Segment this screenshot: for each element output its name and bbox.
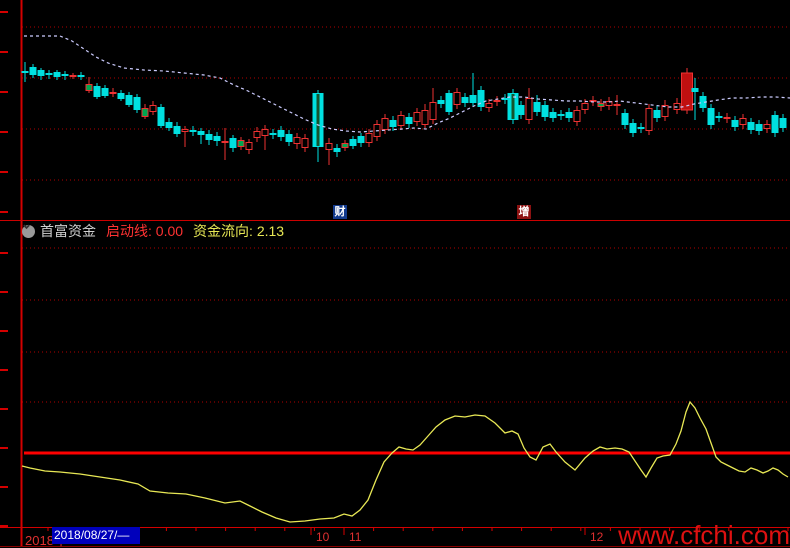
month-label: 12 (590, 530, 604, 544)
month-label: 10 (316, 530, 330, 544)
event-marker[interactable]: 增 (517, 205, 531, 219)
chart-canvas[interactable] (0, 0, 790, 548)
indicator-value-zijinliuxiang: 2.13 (256, 223, 285, 239)
event-marker[interactable]: 财 (333, 205, 347, 219)
indicator-field-zijinliuxiang: 资金流向: 2.13 (193, 223, 285, 239)
indicator-value-qidongxian: 0.00 (155, 223, 184, 239)
indicator-field-qidongxian: 启动线: 0.00 (106, 223, 184, 239)
watermark-url: www.cfchi.com (618, 520, 790, 548)
month-label: 11 (349, 530, 362, 544)
chevron-down-icon[interactable] (22, 224, 35, 238)
indicator-header-row: 首富资金 启动线: 0.00 资金流向: 2.13 (22, 222, 294, 240)
stock-chart-window: 首富资金 启动线: 0.00 资金流向: 2.13 2018年 2018/08/… (0, 0, 790, 548)
indicator-name[interactable]: 首富资金 (40, 221, 96, 241)
selected-date-box: 2018/08/27/— (52, 527, 140, 544)
